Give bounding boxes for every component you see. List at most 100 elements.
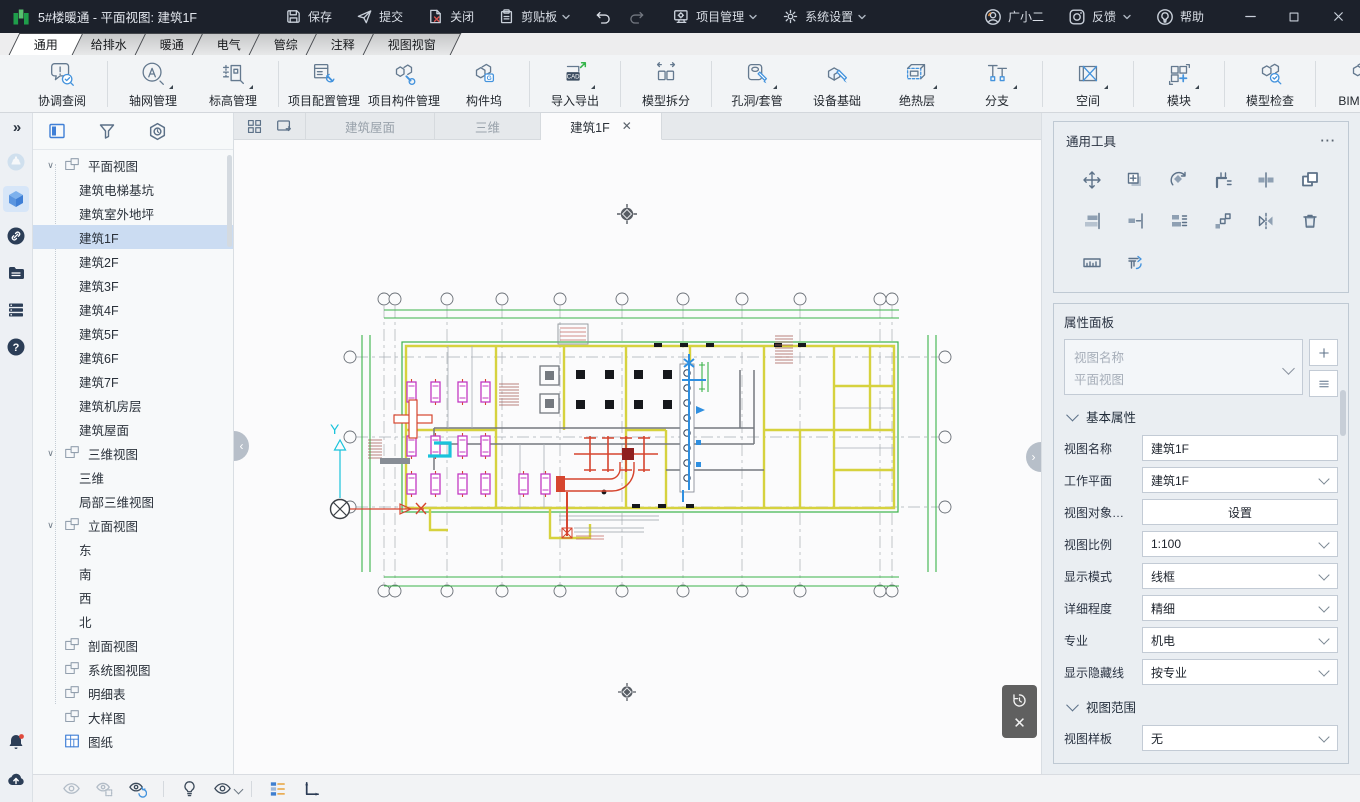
ribbon-button-导入导出[interactable]: CAD导入导出 bbox=[535, 57, 615, 110]
rail-cloud-upload-button[interactable] bbox=[3, 766, 29, 792]
tree-item-建筑5F[interactable]: 建筑5F bbox=[33, 321, 233, 345]
tree-item-建筑1F[interactable]: 建筑1F bbox=[33, 225, 233, 249]
section-header-基本属性[interactable]: 基本属性 bbox=[1064, 401, 1338, 431]
close-tab-button[interactable]: ✕ bbox=[622, 119, 632, 133]
tool-step-array-button[interactable] bbox=[1211, 209, 1235, 233]
ribbon-button-模块[interactable]: 模块 bbox=[1139, 57, 1219, 110]
tree-item-北[interactable]: 北 bbox=[33, 609, 233, 633]
rail-user-worker-button[interactable] bbox=[3, 149, 29, 175]
window-minimize-button[interactable] bbox=[1228, 0, 1272, 33]
window-maximize-button[interactable] bbox=[1272, 0, 1316, 33]
ribbon-button-绝热层[interactable]: 绝热层 bbox=[877, 57, 957, 110]
view-compass-bottom[interactable] bbox=[618, 683, 636, 701]
status-axis-origin-button[interactable] bbox=[294, 779, 327, 798]
panel-layout-button[interactable] bbox=[43, 117, 71, 145]
expand-panels-button[interactable]: » bbox=[13, 119, 19, 136]
ribbon-button-协调查阅[interactable]: 协调查阅 bbox=[22, 57, 102, 110]
tree-item-建筑机房层[interactable]: 建筑机房层 bbox=[33, 393, 233, 417]
tree-item-立面视图[interactable]: ∨立面视图 bbox=[33, 513, 233, 537]
help-menu[interactable]: 帮助 bbox=[1156, 8, 1204, 26]
rail-link-button[interactable] bbox=[3, 223, 29, 249]
chevron-down-icon[interactable]: ∨ bbox=[45, 160, 56, 171]
property-select-显示隐藏线[interactable]: 按专业 bbox=[1142, 659, 1338, 685]
rail-help-button[interactable]: ? bbox=[3, 334, 29, 360]
view-compass-top[interactable] bbox=[617, 204, 637, 224]
property-button-视图对象…[interactable]: 设置 bbox=[1142, 499, 1338, 525]
user-menu[interactable]: 广小二 bbox=[984, 8, 1044, 26]
ribbon-button-BIM算量[interactable]: BIM算量 bbox=[1321, 57, 1360, 110]
ribbon-tab-视图视窗[interactable]: 视图视窗 bbox=[363, 33, 462, 55]
status-component-list-button[interactable] bbox=[261, 779, 294, 798]
view-type-selector[interactable]: 视图名称 平面视图 bbox=[1064, 339, 1303, 395]
property-select-专业[interactable]: 机电 bbox=[1142, 627, 1338, 653]
document-tab-建筑1F[interactable]: 建筑1F✕ bbox=[541, 113, 662, 140]
tree-item-建筑室外地坪[interactable]: 建筑室外地坪 bbox=[33, 201, 233, 225]
tree-item-西[interactable]: 西 bbox=[33, 585, 233, 609]
tool-measure-button[interactable] bbox=[1080, 250, 1104, 274]
tree-item-东[interactable]: 东 bbox=[33, 537, 233, 561]
tree-item-明细表[interactable]: 明细表 bbox=[33, 681, 233, 705]
submit-button[interactable]: 提交 bbox=[356, 8, 403, 25]
property-input-视图名称[interactable]: 建筑1F bbox=[1142, 435, 1338, 461]
properties-scrollbar[interactable] bbox=[1340, 390, 1346, 436]
tool-delete-button[interactable] bbox=[1298, 209, 1322, 233]
property-select-视图比例[interactable]: 1:100 bbox=[1142, 531, 1338, 557]
ribbon-button-设备基础[interactable]: 设备基础 bbox=[797, 57, 877, 110]
redo-button[interactable] bbox=[628, 8, 645, 25]
ribbon-button-孔洞/套管[interactable]: 孔洞/套管 bbox=[717, 57, 797, 110]
tool-align-single-button[interactable] bbox=[1123, 209, 1147, 233]
ribbon-button-标高管理[interactable]: 标高管理 bbox=[193, 57, 273, 110]
close-floating-toolbar-button[interactable]: ✕ bbox=[1013, 716, 1026, 731]
tree-item-建筑2F[interactable]: 建筑2F bbox=[33, 249, 233, 273]
tree-item-建筑3F[interactable]: 建筑3F bbox=[33, 273, 233, 297]
chevron-down-icon[interactable]: ∨ bbox=[45, 520, 56, 531]
status-visibility-off-button[interactable] bbox=[55, 779, 88, 798]
close-doc-button[interactable]: 关闭 bbox=[427, 8, 474, 25]
ribbon-tab-通用[interactable]: 通用 bbox=[9, 33, 84, 55]
tree-item-图纸[interactable]: 图纸 bbox=[33, 729, 233, 753]
tree-item-系统图视图[interactable]: 系统图视图 bbox=[33, 657, 233, 681]
section-header-视图范围[interactable]: 视图范围 bbox=[1064, 691, 1338, 721]
system-settings-menu[interactable]: 系统设置 bbox=[782, 8, 867, 25]
rail-floor-levels-button[interactable] bbox=[3, 297, 29, 323]
rail-model-cube-button[interactable] bbox=[3, 186, 29, 212]
status-visibility-box-button[interactable] bbox=[88, 779, 121, 798]
property-select-工作平面[interactable]: 建筑1F bbox=[1142, 467, 1338, 493]
tool-copy-button[interactable] bbox=[1123, 168, 1147, 192]
ribbon-button-项目构件管理[interactable]: 项目构件管理 bbox=[364, 57, 444, 110]
switch-window-button[interactable] bbox=[275, 117, 293, 135]
tool-move-button[interactable] bbox=[1080, 168, 1104, 192]
ribbon-button-空间[interactable]: 空间 bbox=[1048, 57, 1128, 110]
document-tab-三维[interactable]: 三维 bbox=[435, 113, 541, 139]
tree-scrollbar[interactable] bbox=[227, 155, 232, 247]
tree-item-建筑屋面[interactable]: 建筑屋面 bbox=[33, 417, 233, 441]
tool-align-list-button[interactable] bbox=[1167, 209, 1191, 233]
ribbon-button-模型检查[interactable]: 模型检查 bbox=[1230, 57, 1310, 110]
tool-mirror-button[interactable] bbox=[1254, 209, 1278, 233]
property-select-详细程度[interactable]: 精细 bbox=[1142, 595, 1338, 621]
tool-rotate-button[interactable] bbox=[1167, 168, 1191, 192]
tool-match-properties-button[interactable] bbox=[1298, 168, 1322, 192]
clipboard-button[interactable]: 剪贴板 bbox=[498, 8, 571, 25]
document-tab-建筑屋面[interactable]: 建筑屋面 bbox=[306, 113, 435, 139]
save-button[interactable]: 保存 bbox=[285, 8, 332, 25]
tree-item-南[interactable]: 南 bbox=[33, 561, 233, 585]
ribbon-button-构件坞[interactable]: G构件坞 bbox=[444, 57, 524, 110]
chevron-down-icon[interactable]: ∨ bbox=[45, 448, 56, 459]
view-history-button[interactable] bbox=[143, 117, 171, 145]
tree-item-大样图[interactable]: 大样图 bbox=[33, 705, 233, 729]
property-list-button[interactable] bbox=[1309, 370, 1338, 397]
tree-item-三维视图[interactable]: ∨三维视图 bbox=[33, 441, 233, 465]
filter-button[interactable] bbox=[93, 117, 121, 145]
ribbon-button-轴网管理[interactable]: 轴网管理 bbox=[113, 57, 193, 110]
property-select-显示模式[interactable]: 线框 bbox=[1142, 563, 1338, 589]
tree-item-建筑4F[interactable]: 建筑4F bbox=[33, 297, 233, 321]
drawing-canvas[interactable]: Y ‹ › bbox=[234, 140, 1041, 774]
tree-item-建筑6F[interactable]: 建筑6F bbox=[33, 345, 233, 369]
tile-views-button[interactable] bbox=[246, 118, 263, 135]
property-select-视图样板[interactable]: 无 bbox=[1142, 725, 1338, 751]
tree-item-局部三维视图[interactable]: 局部三维视图 bbox=[33, 489, 233, 513]
tree-item-剖面视图[interactable]: 剖面视图 bbox=[33, 633, 233, 657]
ribbon-button-模型拆分[interactable]: 模型拆分 bbox=[626, 57, 706, 110]
ribbon-button-分支[interactable]: 分支 bbox=[957, 57, 1037, 110]
